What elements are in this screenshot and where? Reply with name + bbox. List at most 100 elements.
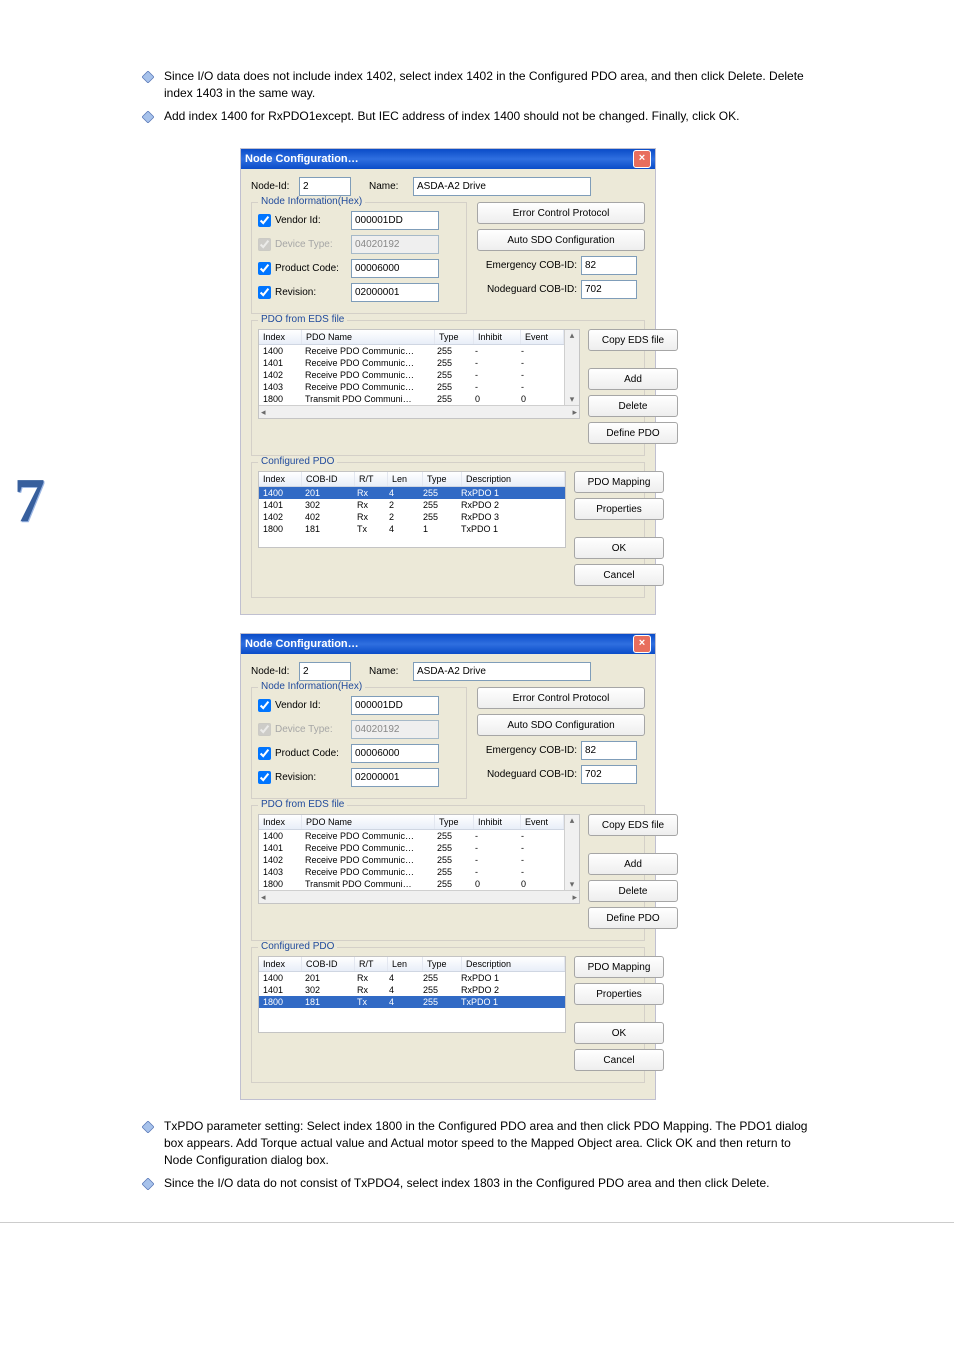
add-button[interactable]: Add bbox=[588, 853, 678, 875]
table-row[interactable]: 1401Receive PDO Communic…255-- bbox=[259, 357, 564, 369]
vendorid-field[interactable] bbox=[351, 696, 439, 715]
prodcode-checkbox[interactable] bbox=[258, 747, 271, 760]
col-index[interactable]: Index bbox=[259, 330, 302, 344]
scroll-left-icon[interactable]: ◂ bbox=[261, 892, 266, 903]
titlebar[interactable]: Node Configuration… × bbox=[241, 634, 655, 654]
copy-eds-button[interactable]: Copy EDS file bbox=[588, 329, 678, 351]
scroll-down-icon[interactable]: ▾ bbox=[570, 394, 575, 405]
error-control-button[interactable]: Error Control Protocol bbox=[477, 687, 645, 709]
table-row[interactable]: 1402402Rx2255RxPDO 3 bbox=[259, 511, 565, 523]
ngcob-field[interactable] bbox=[581, 280, 637, 299]
close-icon[interactable]: × bbox=[633, 635, 651, 653]
scroll-right-icon[interactable]: ▸ bbox=[572, 407, 577, 418]
pdo-mapping-button[interactable]: PDO Mapping bbox=[574, 956, 664, 978]
col-type[interactable]: Type bbox=[423, 472, 462, 486]
nodeid-field[interactable] bbox=[299, 662, 351, 681]
ok-button[interactable]: OK bbox=[574, 1022, 664, 1044]
scroll-up-icon[interactable]: ▴ bbox=[570, 815, 575, 826]
scroll-right-icon[interactable]: ▸ bbox=[572, 892, 577, 903]
revision-checkbox[interactable] bbox=[258, 286, 271, 299]
emcob-field[interactable] bbox=[581, 741, 637, 760]
auto-sdo-button[interactable]: Auto SDO Configuration bbox=[477, 714, 645, 736]
vendorid-checkbox[interactable] bbox=[258, 214, 271, 227]
define-pdo-button[interactable]: Define PDO bbox=[588, 907, 678, 929]
pdo-eds-table[interactable]: Index PDO Name Type Inhibit Event 1400Re… bbox=[258, 329, 580, 419]
col-index[interactable]: Index bbox=[259, 472, 302, 486]
col-cobid[interactable]: COB-ID bbox=[302, 957, 355, 971]
col-len[interactable]: Len bbox=[388, 957, 423, 971]
ok-button[interactable]: OK bbox=[574, 537, 664, 559]
vendorid-field[interactable] bbox=[351, 211, 439, 230]
col-name[interactable]: PDO Name bbox=[302, 815, 435, 829]
revision-field[interactable] bbox=[351, 283, 439, 302]
delete-button[interactable]: Delete bbox=[588, 880, 678, 902]
titlebar[interactable]: Node Configuration… × bbox=[241, 149, 655, 169]
table-row[interactable]: 1400Receive PDO Communic…255-- bbox=[259, 345, 564, 357]
properties-button[interactable]: Properties bbox=[574, 983, 664, 1005]
emcob-field[interactable] bbox=[581, 256, 637, 275]
vscrollbar[interactable]: ▴▾ bbox=[564, 330, 579, 405]
table-row[interactable]: 1403Receive PDO Communic…255-- bbox=[259, 381, 564, 393]
prodcode-checkbox[interactable] bbox=[258, 262, 271, 275]
pdo-eds-table[interactable]: Index PDO Name Type Inhibit Event 1400Re… bbox=[258, 814, 580, 904]
col-index[interactable]: Index bbox=[259, 957, 302, 971]
col-rt[interactable]: R/T bbox=[355, 957, 388, 971]
table-row[interactable]: 1403Receive PDO Communic…255-- bbox=[259, 866, 564, 878]
col-cobid[interactable]: COB-ID bbox=[302, 472, 355, 486]
add-button[interactable]: Add bbox=[588, 368, 678, 390]
table-row[interactable]: 1401Receive PDO Communic…255-- bbox=[259, 842, 564, 854]
col-desc[interactable]: Description bbox=[462, 957, 565, 971]
table-row[interactable]: 1800181Tx41TxPDO 1 bbox=[259, 523, 565, 535]
table-row[interactable]: 1400201Rx4255RxPDO 1 bbox=[259, 487, 565, 499]
pdo-mapping-button[interactable]: PDO Mapping bbox=[574, 471, 664, 493]
copy-eds-button[interactable]: Copy EDS file bbox=[588, 814, 678, 836]
col-inhibit[interactable]: Inhibit bbox=[474, 815, 521, 829]
ngcob-field[interactable] bbox=[581, 765, 637, 784]
table-row[interactable]: 1400Receive PDO Communic…255-- bbox=[259, 830, 564, 842]
configured-pdo-table[interactable]: Index COB-ID R/T Len Type Description 14… bbox=[258, 471, 566, 548]
revision-field[interactable] bbox=[351, 768, 439, 787]
prodcode-field[interactable] bbox=[351, 259, 439, 278]
cancel-button[interactable]: Cancel bbox=[574, 564, 664, 586]
col-inhibit[interactable]: Inhibit bbox=[474, 330, 521, 344]
close-icon[interactable]: × bbox=[633, 150, 651, 168]
scroll-up-icon[interactable]: ▴ bbox=[570, 330, 575, 341]
delete-button[interactable]: Delete bbox=[588, 395, 678, 417]
col-desc[interactable]: Description bbox=[462, 472, 565, 486]
name-field[interactable] bbox=[413, 662, 591, 681]
auto-sdo-button[interactable]: Auto SDO Configuration bbox=[477, 229, 645, 251]
scroll-down-icon[interactable]: ▾ bbox=[570, 879, 575, 890]
vendorid-checkbox[interactable] bbox=[258, 699, 271, 712]
name-field[interactable] bbox=[413, 177, 591, 196]
nodeid-field[interactable] bbox=[299, 177, 351, 196]
col-len[interactable]: Len bbox=[388, 472, 423, 486]
col-index[interactable]: Index bbox=[259, 815, 302, 829]
hscrollbar[interactable]: ◂▸ bbox=[259, 890, 579, 903]
table-row[interactable]: 1402Receive PDO Communic…255-- bbox=[259, 369, 564, 381]
table-row[interactable]: 1800Transmit PDO Communi…25500 bbox=[259, 393, 564, 405]
define-pdo-button[interactable]: Define PDO bbox=[588, 422, 678, 444]
revision-label: Revision: bbox=[275, 287, 351, 298]
table-row[interactable]: 1800181Tx4255TxPDO 1 bbox=[259, 996, 565, 1008]
table-row[interactable]: 1400201Rx4255RxPDO 1 bbox=[259, 972, 565, 984]
prodcode-field[interactable] bbox=[351, 744, 439, 763]
col-event[interactable]: Event bbox=[521, 330, 564, 344]
configured-pdo-table[interactable]: Index COB-ID R/T Len Type Description 14… bbox=[258, 956, 566, 1033]
table-row[interactable]: 1800Transmit PDO Communi…25500 bbox=[259, 878, 564, 890]
col-event[interactable]: Event bbox=[521, 815, 564, 829]
table-row[interactable]: 1401302Rx2255RxPDO 2 bbox=[259, 499, 565, 511]
table-row[interactable]: 1401302Rx4255RxPDO 2 bbox=[259, 984, 565, 996]
table-row[interactable]: 1402Receive PDO Communic…255-- bbox=[259, 854, 564, 866]
scroll-left-icon[interactable]: ◂ bbox=[261, 407, 266, 418]
revision-checkbox[interactable] bbox=[258, 771, 271, 784]
properties-button[interactable]: Properties bbox=[574, 498, 664, 520]
col-type[interactable]: Type bbox=[435, 330, 474, 344]
cancel-button[interactable]: Cancel bbox=[574, 1049, 664, 1071]
col-name[interactable]: PDO Name bbox=[302, 330, 435, 344]
col-type[interactable]: Type bbox=[435, 815, 474, 829]
error-control-button[interactable]: Error Control Protocol bbox=[477, 202, 645, 224]
col-rt[interactable]: R/T bbox=[355, 472, 388, 486]
vscrollbar[interactable]: ▴▾ bbox=[564, 815, 579, 890]
col-type[interactable]: Type bbox=[423, 957, 462, 971]
hscrollbar[interactable]: ◂▸ bbox=[259, 405, 579, 418]
